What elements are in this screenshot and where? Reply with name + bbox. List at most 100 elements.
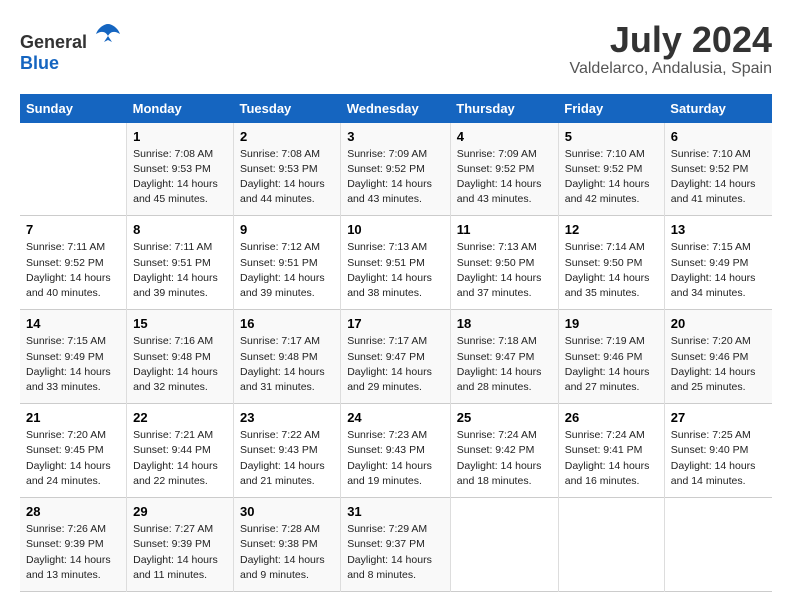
cell-info: Sunrise: 7:09 AM Sunset: 9:52 PM Dayligh… — [457, 147, 552, 208]
day-number: 22 — [133, 410, 227, 425]
day-cell: 27 Sunrise: 7:25 AM Sunset: 9:40 PM Dayli… — [664, 404, 772, 498]
cell-info: Sunrise: 7:12 AM Sunset: 9:51 PM Dayligh… — [240, 240, 334, 301]
page-header: General Blue July 2024 Valdelarco, Andal… — [20, 20, 772, 78]
cell-info: Sunrise: 7:20 AM Sunset: 9:45 PM Dayligh… — [26, 428, 120, 489]
day-cell: 20 Sunrise: 7:20 AM Sunset: 9:46 PM Dayli… — [664, 310, 772, 404]
cell-info: Sunrise: 7:11 AM Sunset: 9:52 PM Dayligh… — [26, 240, 120, 301]
day-number: 12 — [565, 222, 658, 237]
day-number: 8 — [133, 222, 227, 237]
day-number: 9 — [240, 222, 334, 237]
day-number: 1 — [133, 129, 227, 144]
day-cell: 17Sunrise: 7:17 AM Sunset: 9:47 PM Dayli… — [341, 310, 451, 404]
cell-info: Sunrise: 7:14 AM Sunset: 9:50 PM Dayligh… — [565, 240, 658, 301]
day-cell: 5 Sunrise: 7:10 AM Sunset: 9:52 PM Daylig… — [558, 123, 664, 216]
day-number: 26 — [565, 410, 658, 425]
header-monday: Monday — [127, 94, 234, 123]
cell-info: Sunrise: 7:17 AM Sunset: 9:48 PM Dayligh… — [240, 334, 334, 395]
day-cell: 22Sunrise: 7:21 AM Sunset: 9:44 PM Dayli… — [127, 404, 234, 498]
day-number: 7 — [26, 222, 120, 237]
day-cell: 18Sunrise: 7:18 AM Sunset: 9:47 PM Dayli… — [450, 310, 558, 404]
logo-bird-icon — [94, 20, 122, 48]
day-cell — [450, 498, 558, 592]
title-block: July 2024 Valdelarco, Andalusia, Spain — [569, 20, 772, 78]
day-cell: 14 Sunrise: 7:15 AM Sunset: 9:49 PM Dayli… — [20, 310, 127, 404]
day-cell: 15 Sunrise: 7:16 AM Sunset: 9:48 PM Dayli… — [127, 310, 234, 404]
cell-info: Sunrise: 7:28 AM Sunset: 9:38 PM Dayligh… — [240, 522, 334, 583]
cell-info: Sunrise: 7:25 AM Sunset: 9:40 PM Dayligh… — [671, 428, 766, 489]
day-cell: 23 Sunrise: 7:22 AM Sunset: 9:43 PM Dayli… — [234, 404, 341, 498]
day-cell: 28 Sunrise: 7:26 AM Sunset: 9:39 PM Dayli… — [20, 498, 127, 592]
week-row-5: 28 Sunrise: 7:26 AM Sunset: 9:39 PM Dayli… — [20, 498, 772, 592]
cell-info: Sunrise: 7:20 AM Sunset: 9:46 PM Dayligh… — [671, 334, 766, 395]
day-cell: 19Sunrise: 7:19 AM Sunset: 9:46 PM Dayli… — [558, 310, 664, 404]
day-cell: 13Sunrise: 7:15 AM Sunset: 9:49 PM Dayli… — [664, 216, 772, 310]
cell-info: Sunrise: 7:22 AM Sunset: 9:43 PM Dayligh… — [240, 428, 334, 489]
location-title: Valdelarco, Andalusia, Spain — [569, 60, 772, 78]
week-row-2: 7 Sunrise: 7:11 AM Sunset: 9:52 PM Daylig… — [20, 216, 772, 310]
day-cell: 29Sunrise: 7:27 AM Sunset: 9:39 PM Dayli… — [127, 498, 234, 592]
day-number: 27 — [671, 410, 766, 425]
day-cell: 3 Sunrise: 7:09 AM Sunset: 9:52 PM Daylig… — [341, 123, 451, 216]
day-number: 16 — [240, 316, 334, 331]
logo-wordmark: General Blue — [20, 20, 122, 74]
cell-info: Sunrise: 7:15 AM Sunset: 9:49 PM Dayligh… — [26, 334, 120, 395]
day-cell: 21 Sunrise: 7:20 AM Sunset: 9:45 PM Dayli… — [20, 404, 127, 498]
day-cell: 31 Sunrise: 7:29 AM Sunset: 9:37 PM Dayli… — [341, 498, 451, 592]
day-number: 31 — [347, 504, 444, 519]
cell-info: Sunrise: 7:08 AM Sunset: 9:53 PM Dayligh… — [133, 147, 227, 208]
day-cell: 12 Sunrise: 7:14 AM Sunset: 9:50 PM Dayli… — [558, 216, 664, 310]
day-number: 14 — [26, 316, 120, 331]
day-cell: 16 Sunrise: 7:17 AM Sunset: 9:48 PM Dayli… — [234, 310, 341, 404]
cell-info: Sunrise: 7:09 AM Sunset: 9:52 PM Dayligh… — [347, 147, 444, 208]
header-sunday: Sunday — [20, 94, 127, 123]
cell-info: Sunrise: 7:29 AM Sunset: 9:37 PM Dayligh… — [347, 522, 444, 583]
header-wednesday: Wednesday — [341, 94, 451, 123]
day-number: 25 — [457, 410, 552, 425]
cell-info: Sunrise: 7:13 AM Sunset: 9:50 PM Dayligh… — [457, 240, 552, 301]
cell-info: Sunrise: 7:11 AM Sunset: 9:51 PM Dayligh… — [133, 240, 227, 301]
day-cell: 1 Sunrise: 7:08 AM Sunset: 9:53 PM Daylig… — [127, 123, 234, 216]
header-row: SundayMondayTuesdayWednesdayThursdayFrid… — [20, 94, 772, 123]
day-cell: 30 Sunrise: 7:28 AM Sunset: 9:38 PM Dayli… — [234, 498, 341, 592]
cell-info: Sunrise: 7:10 AM Sunset: 9:52 PM Dayligh… — [671, 147, 766, 208]
header-tuesday: Tuesday — [234, 94, 341, 123]
cell-info: Sunrise: 7:13 AM Sunset: 9:51 PM Dayligh… — [347, 240, 444, 301]
month-title: July 2024 — [569, 20, 772, 60]
cell-info: Sunrise: 7:16 AM Sunset: 9:48 PM Dayligh… — [133, 334, 227, 395]
day-number: 11 — [457, 222, 552, 237]
day-number: 20 — [671, 316, 766, 331]
day-cell: 8 Sunrise: 7:11 AM Sunset: 9:51 PM Daylig… — [127, 216, 234, 310]
calendar-table: SundayMondayTuesdayWednesdayThursdayFrid… — [20, 94, 772, 592]
day-number: 4 — [457, 129, 552, 144]
day-cell — [558, 498, 664, 592]
day-cell: 9 Sunrise: 7:12 AM Sunset: 9:51 PM Daylig… — [234, 216, 341, 310]
day-cell: 26 Sunrise: 7:24 AM Sunset: 9:41 PM Dayli… — [558, 404, 664, 498]
day-cell: 4 Sunrise: 7:09 AM Sunset: 9:52 PM Daylig… — [450, 123, 558, 216]
logo: General Blue — [20, 20, 122, 74]
cell-info: Sunrise: 7:10 AM Sunset: 9:52 PM Dayligh… — [565, 147, 658, 208]
cell-info: Sunrise: 7:26 AM Sunset: 9:39 PM Dayligh… — [26, 522, 120, 583]
day-number: 21 — [26, 410, 120, 425]
day-number: 2 — [240, 129, 334, 144]
cell-info: Sunrise: 7:24 AM Sunset: 9:41 PM Dayligh… — [565, 428, 658, 489]
day-number: 10 — [347, 222, 444, 237]
day-number: 19 — [565, 316, 658, 331]
cell-info: Sunrise: 7:24 AM Sunset: 9:42 PM Dayligh… — [457, 428, 552, 489]
day-cell: 25 Sunrise: 7:24 AM Sunset: 9:42 PM Dayli… — [450, 404, 558, 498]
day-number: 3 — [347, 129, 444, 144]
day-cell: 10 Sunrise: 7:13 AM Sunset: 9:51 PM Dayli… — [341, 216, 451, 310]
day-number: 28 — [26, 504, 120, 519]
header-friday: Friday — [558, 94, 664, 123]
day-number: 23 — [240, 410, 334, 425]
day-number: 5 — [565, 129, 658, 144]
day-cell: 24Sunrise: 7:23 AM Sunset: 9:43 PM Dayli… — [341, 404, 451, 498]
day-cell: 11 Sunrise: 7:13 AM Sunset: 9:50 PM Dayli… — [450, 216, 558, 310]
day-number: 17 — [347, 316, 444, 331]
header-thursday: Thursday — [450, 94, 558, 123]
day-number: 29 — [133, 504, 227, 519]
day-number: 15 — [133, 316, 227, 331]
day-number: 30 — [240, 504, 334, 519]
day-cell: 2Sunrise: 7:08 AM Sunset: 9:53 PM Daylig… — [234, 123, 341, 216]
day-number: 13 — [671, 222, 766, 237]
day-cell — [20, 123, 127, 216]
